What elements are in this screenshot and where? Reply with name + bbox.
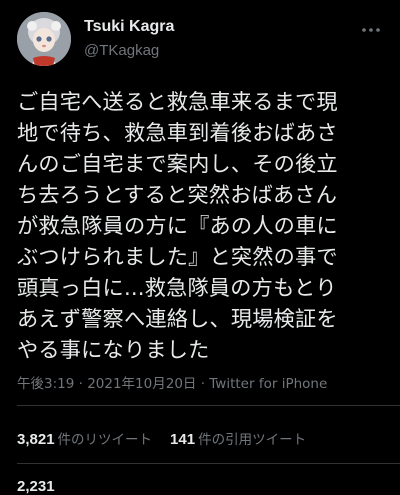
tweet-stats: 3,821 件のリツイート 141 件の引用ツイート [17, 428, 306, 448]
retweets-label: 件のリツイート [57, 432, 153, 448]
quotes-label: 件の引用ツイート [198, 432, 307, 448]
tweet-text-line: んのご自宅まで案内し、その後立 [17, 151, 338, 176]
display-name[interactable]: Tsuki Kagra [84, 18, 174, 36]
tweet-text-line: が救急隊員の方に『あの人の車に [17, 213, 338, 238]
meta-separator: · [74, 376, 88, 392]
more-dots-icon[interactable] [359, 18, 383, 42]
tweet-meta: 午後3:19 · 2021年10月20日 · Twitter for iPhon… [17, 372, 327, 392]
doll-avatar-icon [17, 12, 71, 66]
tweet-text-line: ご自宅へ送ると救急車来るまで現 [17, 89, 338, 114]
tweet-text-line: 頭真っ白に...救急隊員の方もとり [17, 275, 337, 300]
tweet-header: Tsuki Kagra @TKagkag [17, 12, 383, 70]
meta-separator: · [196, 376, 210, 392]
avatar[interactable] [17, 12, 71, 66]
quotes-count: 141 [170, 431, 196, 448]
tweet-text: ご自宅へ送ると救急車来るまで現 地で待ち、救急車到着後おばあさ んのご自宅まで案… [17, 86, 387, 365]
divider [17, 405, 400, 406]
tweet-text-line: ぶつけられました』と突然の事で [17, 244, 338, 269]
tweet-text-line: ち去ろうとすると突然おばあさん [17, 182, 338, 207]
tweet-text-line: あえず警察へ連絡し、現場検証を [17, 306, 338, 331]
retweets-count: 3,821 [17, 431, 55, 448]
divider [17, 463, 400, 464]
retweets-stat[interactable]: 3,821 件のリツイート [17, 431, 153, 448]
tweet-source[interactable]: Twitter for iPhone [209, 376, 327, 392]
tweet-date[interactable]: 2021年10月20日 [87, 376, 196, 392]
tweet-time[interactable]: 午後3:19 [17, 376, 74, 392]
likes-count-partial[interactable]: 2,231 [17, 478, 55, 495]
user-handle[interactable]: @TKagkag [84, 42, 159, 59]
tweet-text-line: やる事になりました [17, 337, 210, 362]
tweet-text-line: 地で待ち、救急車到着後おばあさ [17, 120, 338, 145]
quotes-stat[interactable]: 141 件の引用ツイート [170, 431, 307, 448]
